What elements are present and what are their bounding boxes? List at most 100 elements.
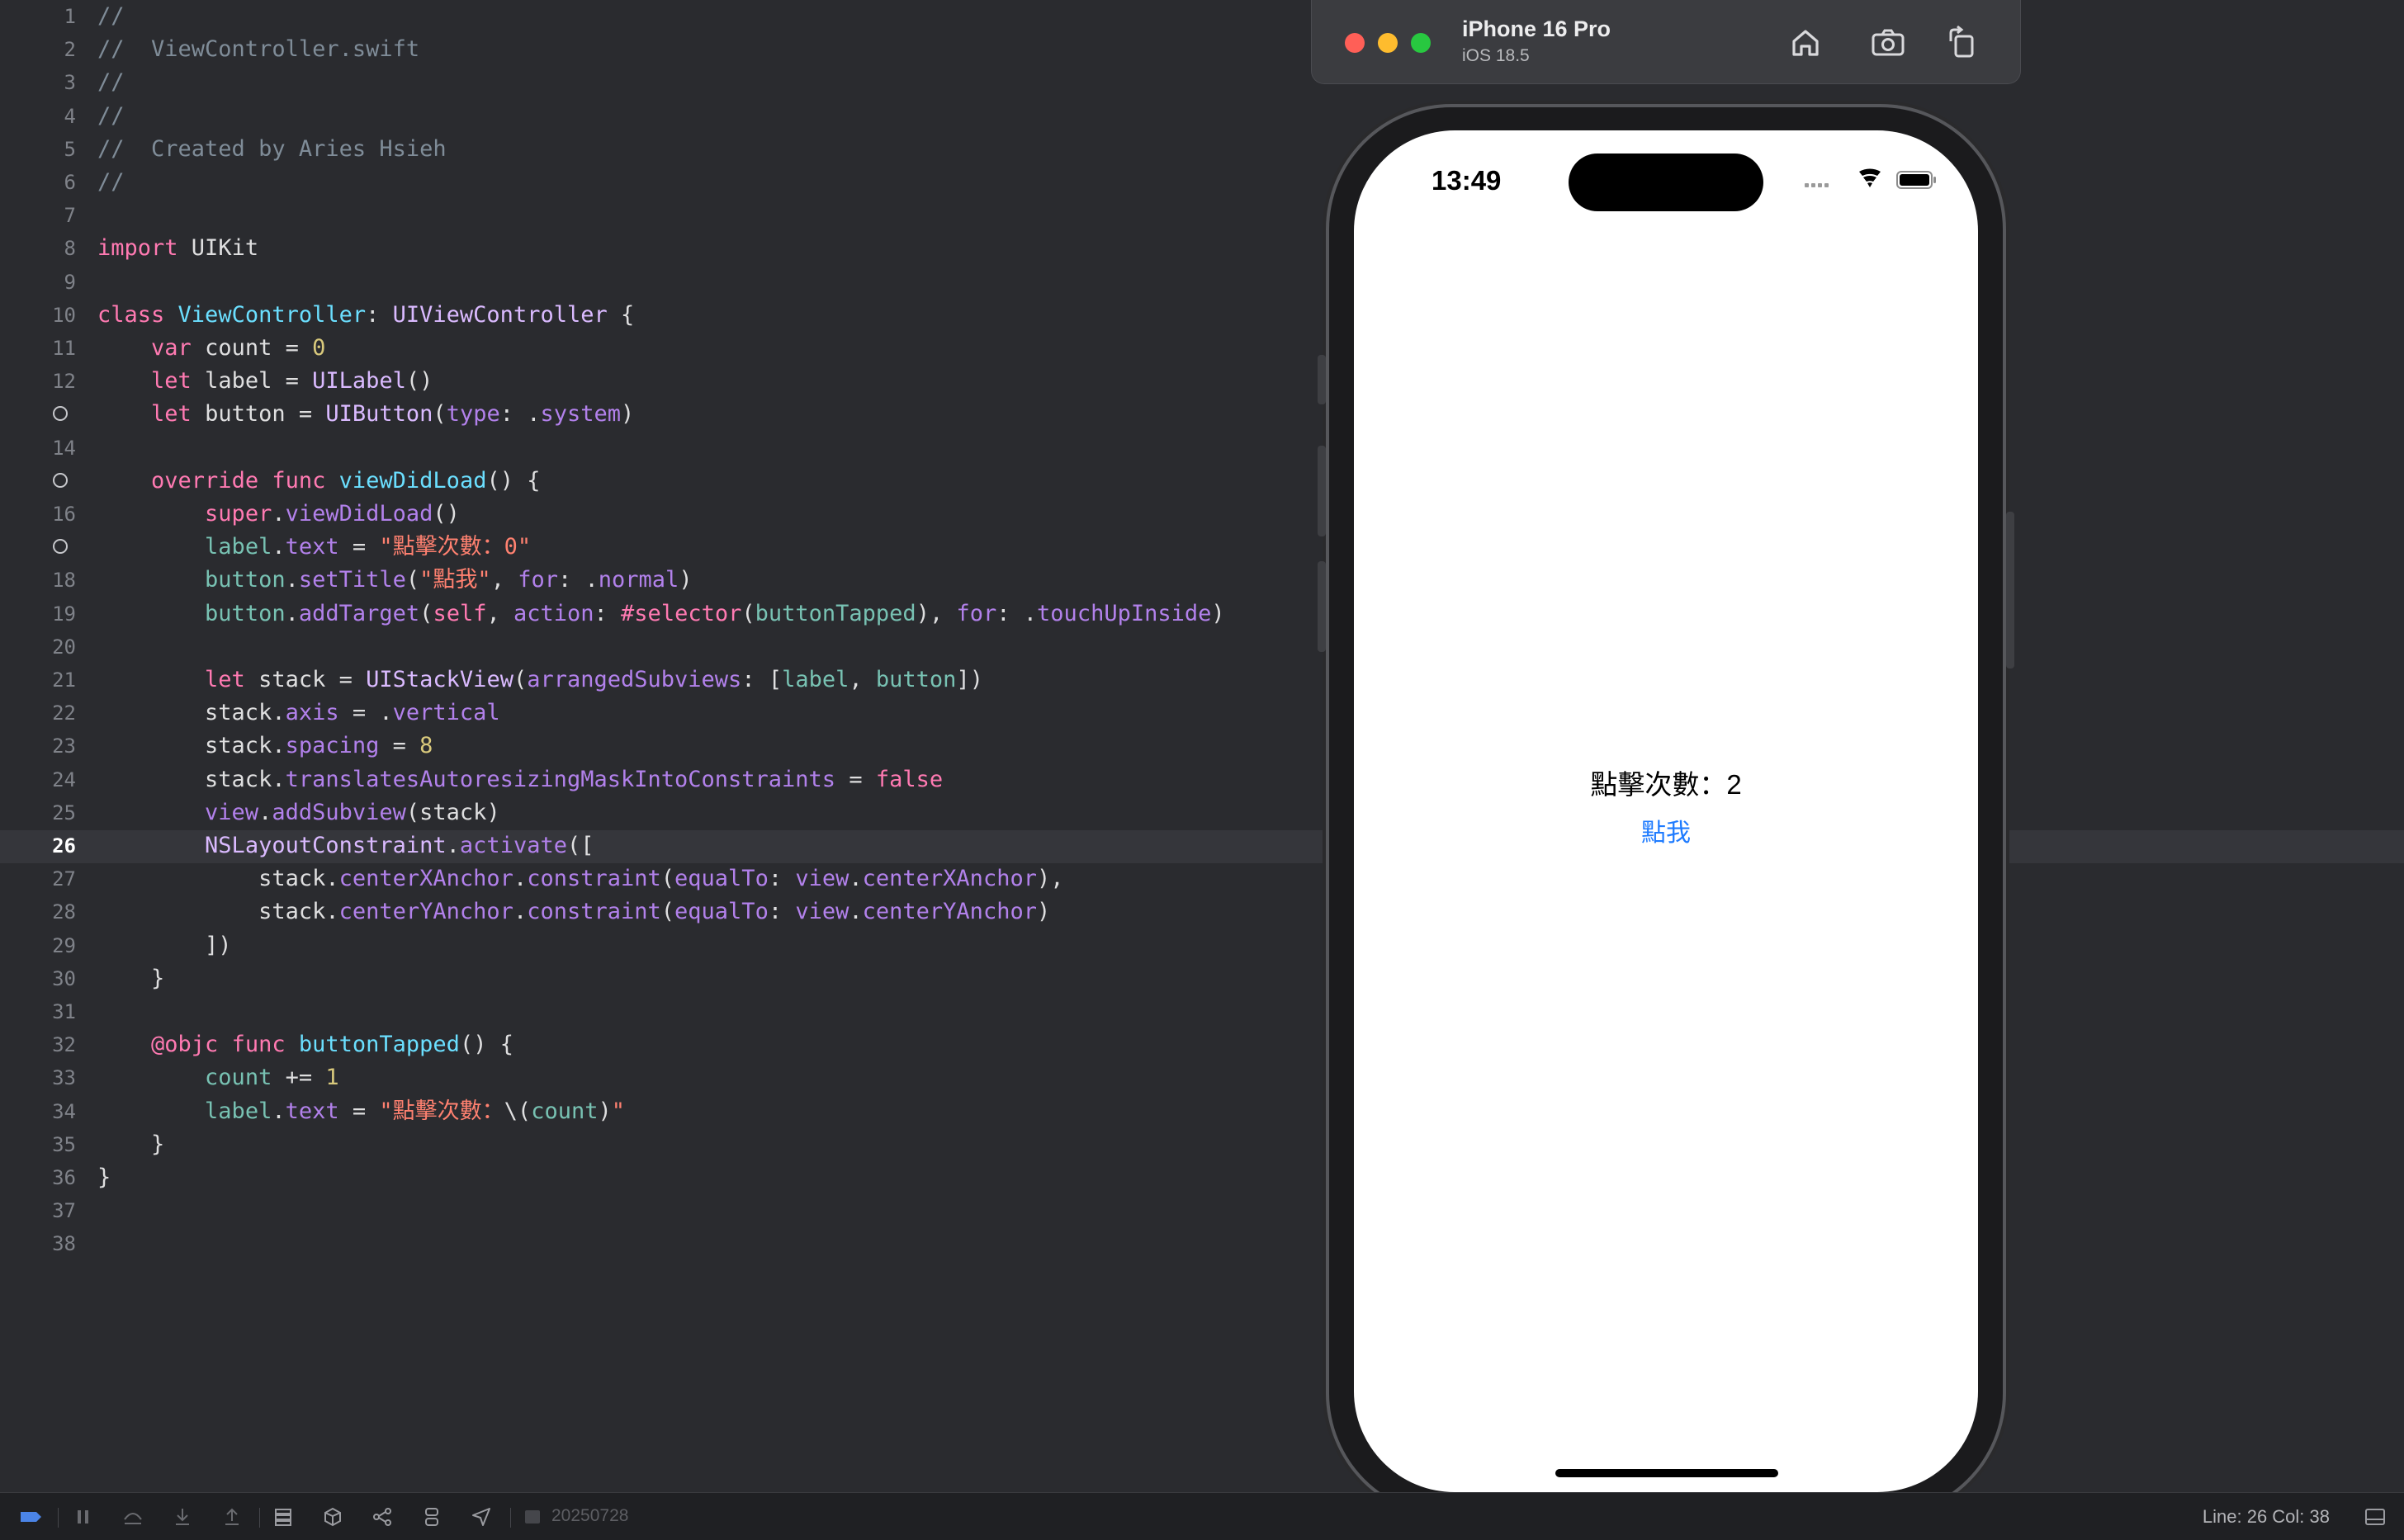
code-line[interactable]: 9 <box>0 266 1321 299</box>
line-number[interactable]: 4 <box>0 100 76 133</box>
code-line[interactable]: 22 stack.axis = .vertical <box>0 697 1321 730</box>
debug-bar[interactable]: 20250728 Line: 26 Col: 38 <box>0 1492 2404 1540</box>
code-text[interactable]: let label = UILabel() <box>97 365 433 398</box>
line-number[interactable]: 21 <box>0 664 76 697</box>
line-number[interactable]: 1 <box>0 0 76 33</box>
line-number[interactable]: 31 <box>0 995 76 1028</box>
breakpoint-toggle-icon[interactable] <box>18 1505 43 1529</box>
line-number[interactable]: 33 <box>0 1061 76 1094</box>
code-text[interactable]: stack.axis = .vertical <box>97 697 500 730</box>
code-line[interactable]: 19 button.addTarget(self, action: #selec… <box>0 598 1321 631</box>
code-line[interactable]: 24 stack.translatesAutoresizingMaskIntoC… <box>0 763 1321 796</box>
line-number[interactable]: 29 <box>0 929 76 962</box>
code-line[interactable]: 27 stack.centerXAnchor.constraint(equalT… <box>0 862 1321 895</box>
line-number[interactable]: 37 <box>0 1194 76 1227</box>
code-text[interactable]: stack.spacing = 8 <box>97 730 433 763</box>
line-number[interactable]: 11 <box>0 332 76 365</box>
zoom-window-button[interactable] <box>1411 33 1431 53</box>
code-text[interactable]: override func viewDidLoad() { <box>97 465 540 498</box>
code-line[interactable]: 18 button.setTitle("點我", for: .normal) <box>0 564 1321 597</box>
code-line[interactable]: 16 super.viewDidLoad() <box>0 498 1321 531</box>
line-number[interactable]: 24 <box>0 763 76 796</box>
code-text[interactable]: view.addSubview(stack) <box>97 796 500 829</box>
line-number[interactable]: 6 <box>0 166 76 199</box>
step-in-icon[interactable] <box>170 1505 195 1529</box>
code-line[interactable]: 12 let label = UILabel() <box>0 365 1321 398</box>
line-number[interactable]: 27 <box>0 862 76 895</box>
code-line[interactable]: 10 class ViewController: UIViewController… <box>0 299 1321 332</box>
code-line[interactable]: 26 NSLayoutConstraint.activate([ <box>0 829 1321 862</box>
home-indicator[interactable] <box>1555 1469 1778 1477</box>
code-line[interactable]: 29 ]) <box>0 929 1321 962</box>
code-line[interactable]: 30 } <box>0 962 1321 995</box>
code-text[interactable]: stack.translatesAutoresizingMaskIntoCons… <box>97 763 943 796</box>
code-text[interactable]: } <box>97 1161 111 1194</box>
step-over-icon[interactable] <box>121 1505 145 1529</box>
line-number[interactable]: 25 <box>0 796 76 829</box>
code-text[interactable]: NSLayoutConstraint.activate([ <box>97 829 594 862</box>
line-number[interactable]: 5 <box>0 133 76 166</box>
screenshot-icon[interactable] <box>1868 23 1908 63</box>
simulator-titlebar[interactable]: iPhone 16 Pro iOS 18.5 <box>1311 0 2021 84</box>
code-line[interactable]: 8 import UIKit <box>0 232 1321 265</box>
code-line[interactable]: 37 <box>0 1194 1321 1227</box>
code-line[interactable]: 14 <box>0 432 1321 465</box>
code-text[interactable]: label.text = "點擊次數：0" <box>97 531 531 564</box>
line-number[interactable]: 38 <box>0 1227 76 1260</box>
line-number[interactable]: 22 <box>0 697 76 730</box>
line-number[interactable]: 26 <box>0 829 76 862</box>
code-line[interactable]: 11 var count = 0 <box>0 332 1321 365</box>
location-arrow-icon[interactable] <box>469 1505 494 1529</box>
code-line[interactable]: 34 label.text = "點擊次數：\(count)" <box>0 1095 1321 1128</box>
code-line[interactable]: 4 // <box>0 100 1321 133</box>
line-number[interactable]: 12 <box>0 365 76 398</box>
iphone-screen[interactable]: 13:49 點擊次數：2 點我 <box>1354 130 1978 1492</box>
code-text[interactable]: button.addTarget(self, action: #selector… <box>97 598 1225 631</box>
code-editor[interactable]: 1 // 2 // ViewController.swift 3 // 4 // 5 // Cre… <box>0 0 2404 1492</box>
line-number[interactable]: 10 <box>0 299 76 332</box>
breakpoint-marker-icon[interactable] <box>53 472 68 488</box>
line-number[interactable]: 36 <box>0 1161 76 1194</box>
code-line[interactable]: 33 count += 1 <box>0 1061 1321 1094</box>
line-number[interactable]: 23 <box>0 730 76 763</box>
line-number[interactable]: 9 <box>0 266 76 299</box>
simulate-location-icon[interactable] <box>419 1505 444 1529</box>
code-line[interactable]: 15 override func viewDidLoad() { <box>0 465 1321 498</box>
code-text[interactable]: } <box>97 1128 164 1161</box>
code-text[interactable]: // <box>97 66 125 99</box>
code-line[interactable]: 21 let stack = UIStackView(arrangedSubvi… <box>0 664 1321 697</box>
line-number[interactable]: 16 <box>0 498 76 531</box>
code-line[interactable]: 31 <box>0 995 1321 1028</box>
code-line[interactable]: 20 <box>0 631 1321 664</box>
line-number[interactable]: 34 <box>0 1095 76 1128</box>
tap-me-button[interactable]: 點我 <box>1625 812 1707 848</box>
code-text[interactable]: stack.centerXAnchor.constraint(equalTo: … <box>97 862 1063 895</box>
code-text[interactable]: ]) <box>97 929 232 962</box>
code-line[interactable]: 28 stack.centerYAnchor.constraint(equalT… <box>0 895 1321 928</box>
line-number[interactable]: 8 <box>0 232 76 265</box>
code-line[interactable]: 2 // ViewController.swift <box>0 33 1321 66</box>
code-line[interactable]: 7 <box>0 199 1321 232</box>
code-text[interactable]: count += 1 <box>97 1061 339 1094</box>
code-text[interactable]: super.viewDidLoad() <box>97 498 460 531</box>
pause-icon[interactable] <box>71 1505 96 1529</box>
step-out-icon[interactable] <box>220 1505 244 1529</box>
line-number[interactable]: 35 <box>0 1128 76 1161</box>
code-line[interactable]: 25 view.addSubview(stack) <box>0 796 1321 829</box>
home-icon[interactable] <box>1786 23 1825 63</box>
code-line[interactable]: 35 } <box>0 1128 1321 1161</box>
memory-graph-icon[interactable] <box>320 1505 345 1529</box>
code-text[interactable]: let button = UIButton(type: .system) <box>97 398 634 431</box>
breakpoint-marker-icon[interactable] <box>53 406 68 422</box>
code-text[interactable]: import UIKit <box>97 232 258 265</box>
code-text[interactable]: // <box>97 0 125 33</box>
environment-icon[interactable] <box>370 1505 395 1529</box>
code-line[interactable]: 5 // Created by Aries Hsieh <box>0 133 1321 166</box>
console-toggle-icon[interactable] <box>2363 1505 2387 1529</box>
code-text[interactable]: // <box>97 100 125 133</box>
code-line[interactable]: 13 let button = UIButton(type: .system) <box>0 398 1321 431</box>
line-number[interactable]: 32 <box>0 1028 76 1061</box>
debug-view-hierarchy-icon[interactable] <box>271 1505 296 1529</box>
code-line[interactable]: 38 <box>0 1227 1321 1260</box>
code-text[interactable]: // Created by Aries Hsieh <box>97 133 447 166</box>
